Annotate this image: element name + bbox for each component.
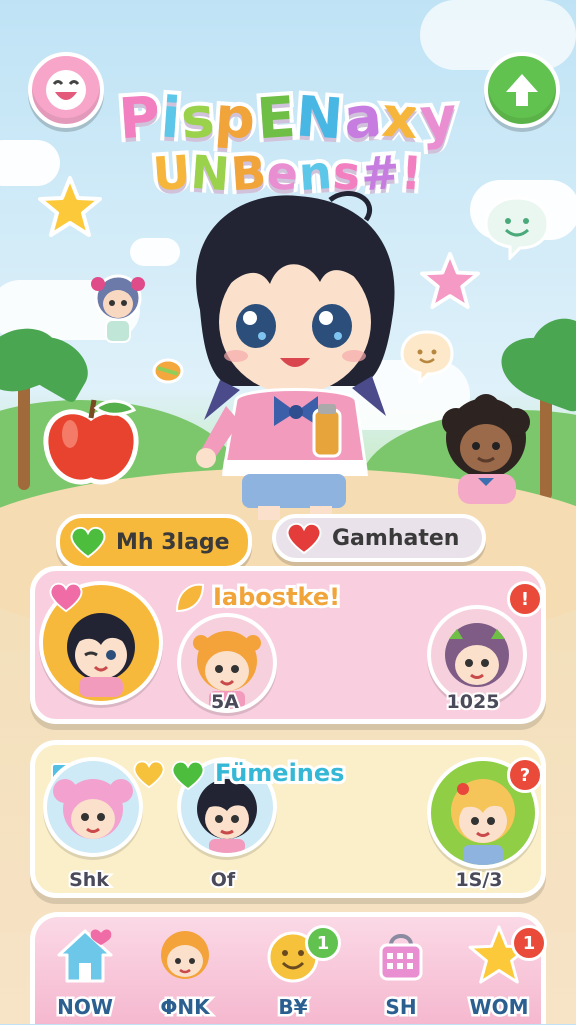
character-avatar-pink-hair[interactable] [43,757,143,857]
title-letter: a [337,81,388,157]
game-title-line1: PispENaxy [0,80,576,157]
title-letter: s [175,81,222,156]
panel2-item3-label: 1S/3 [453,867,504,893]
stage-pill-label: Mh 3lage [116,529,230,555]
shop-bag-icon [379,934,423,981]
question-badge: ? [507,757,543,793]
nav-now[interactable]: NOW [37,925,133,1025]
chat-bubble-icon [484,196,550,260]
pink-star-sticker-icon [420,252,480,310]
nav-now-label: NOW [55,993,116,1022]
panel1-title: Iabostke! [210,580,343,614]
characters-panel-2: KIR Shk Fümeines Of [30,740,546,898]
title-letter: p [209,81,263,157]
game-status-pill-label: Gamhaten [332,525,460,551]
small-girl-character [91,274,145,343]
nav-wom-badge: 1 [511,925,547,961]
purple-hair-girl-icon [445,623,509,687]
panel1-item3-label: 1025 [445,689,502,715]
nav-bank-label: ΦNK [158,993,212,1022]
character-avatar-purple-hair[interactable] [427,605,527,705]
pink-heart-icon [49,582,83,613]
nav-wom-label: WOM [467,993,531,1022]
nav-bank[interactable]: ΦNK [137,925,233,1025]
nav-shop-label: SH [383,993,419,1022]
nav-shop[interactable]: SH [353,925,449,1025]
curly-boy-character [442,394,530,504]
green-heart-icon [70,526,106,559]
red-heart-icon [286,522,322,555]
main-character [196,190,395,520]
home-icon [57,929,113,983]
characters-panel-1: Iabostke! 5A ! 1025 [30,566,546,724]
panel2-item2-label: Of [209,867,237,893]
alert-badge: ! [507,581,543,617]
nav-emoji[interactable]: 1 B¥ [245,925,341,1025]
apple-icon [43,399,139,485]
title-letter: x [376,81,426,156]
nav-wom[interactable]: 1 WOM [451,925,547,1025]
title-letter: N [290,80,350,156]
panel1-item2-label: 5A [209,689,241,715]
avatar-icon [161,931,209,979]
nav-emoji-badge: 1 [305,925,341,961]
pink-hair-girl-icon [53,779,133,839]
title-letter: E [250,81,302,157]
panel2-item1-label: Shk [67,867,111,893]
game-status-pill[interactable]: Gamhaten [272,514,486,562]
title-letter: P [113,81,167,157]
leaf-icon [175,583,205,613]
nav-emoji-label: B¥ [276,993,310,1022]
panel2-title: Fümeines [212,756,347,790]
bottom-navigation: NOW ΦNK 1 B¥ SH 1 WOM [30,912,547,1025]
green-heart-small-icon [171,760,205,791]
title-letter: y [413,81,463,156]
yellow-heart-icon [133,760,165,789]
stage-pill[interactable]: Mh 3lage [56,514,252,570]
